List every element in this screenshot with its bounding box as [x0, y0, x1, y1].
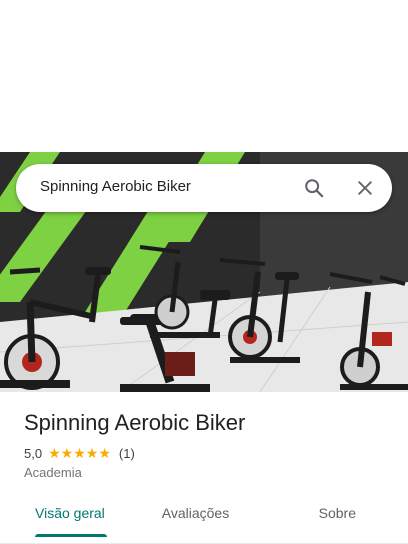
place-title: Spinning Aerobic Biker [24, 410, 246, 435]
tab-label: Avaliações [161, 505, 230, 521]
tab-label: Visão geral [35, 505, 105, 521]
rating-row[interactable]: 5,0 ★ ★ ★ ★ ★ (1) [24, 444, 135, 462]
tab-overview[interactable]: Visão geral [0, 496, 142, 543]
search-bar[interactable]: Spinning Aerobic Biker [16, 164, 392, 212]
star-icon: ★ [73, 445, 86, 461]
star-icon: ★ [98, 445, 111, 461]
tab-about[interactable]: Sobre [249, 496, 408, 543]
search-button[interactable] [298, 172, 330, 204]
search-input[interactable]: Spinning Aerobic Biker [40, 178, 191, 195]
tab-label: Sobre [318, 505, 356, 521]
active-tab-indicator [35, 534, 107, 537]
place-category[interactable]: Academia [24, 465, 82, 480]
search-icon [305, 179, 324, 198]
star-icon: ★ [85, 445, 99, 461]
star-rating: ★ ★ ★ ★ ★ [48, 446, 111, 460]
tab-bar: Visão geral Avaliações Sobre [0, 496, 408, 544]
close-button[interactable] [349, 172, 381, 204]
star-icon: ★ [60, 445, 74, 461]
review-count[interactable]: (1) [119, 446, 135, 461]
rating-value: 5,0 [24, 445, 43, 461]
star-icon: ★ [48, 445, 61, 461]
tab-reviews[interactable]: Avaliações [142, 496, 249, 543]
close-icon [358, 181, 372, 195]
